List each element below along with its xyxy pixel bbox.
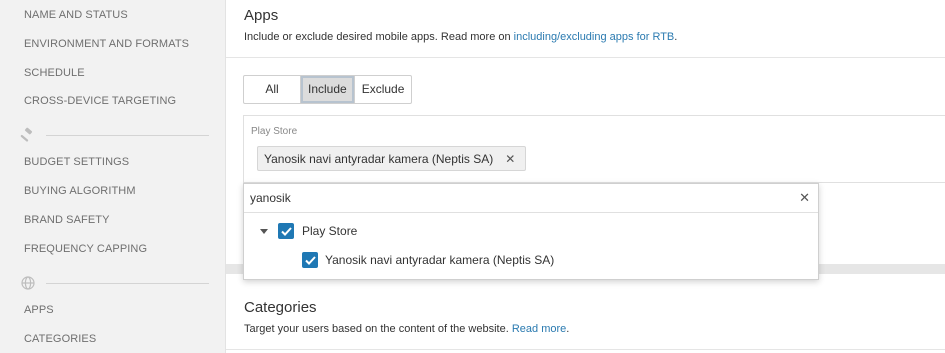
tree-row-play-store: Play Store (260, 223, 357, 239)
globe-icon (20, 275, 36, 291)
divider-bottom (226, 349, 945, 350)
nav-buying-algorithm[interactable]: BUYING ALGORITHM (24, 185, 136, 197)
clear-search-icon[interactable]: ✕ (799, 190, 810, 206)
mode-include-button[interactable]: Include (301, 76, 355, 103)
categories-desc-period: . (566, 323, 570, 335)
search-bar: ✕ (244, 184, 818, 213)
tree-row-app: Yanosik navi antyradar kamera (Neptis SA… (302, 252, 554, 268)
apps-title: Apps (244, 7, 279, 24)
categories-desc-text: Target your users based on the content o… (244, 323, 512, 335)
app-checkbox[interactable] (302, 252, 318, 268)
main-content: Apps Include or exclude desired mobile a… (226, 0, 945, 353)
nav-environment-and-formats[interactable]: ENVIRONMENT AND FORMATS (24, 38, 189, 50)
nav-apps[interactable]: APPS (24, 304, 54, 316)
nav-budget-settings[interactable]: BUDGET SETTINGS (24, 156, 129, 168)
nav-categories[interactable]: CATEGORIES (24, 333, 96, 345)
apps-description: Include or exclude desired mobile apps. … (244, 31, 677, 43)
store-label: Play Store (251, 126, 298, 137)
divider (226, 57, 945, 58)
nav-frequency-capping[interactable]: FREQUENCY CAPPING (24, 243, 147, 255)
nav-name-and-status[interactable]: NAME AND STATUS (24, 9, 128, 21)
apps-desc-period: . (674, 31, 678, 43)
check-icon (304, 255, 316, 265)
nav-schedule[interactable]: SCHEDULE (24, 67, 85, 79)
nav-brand-safety[interactable]: BRAND SAFETY (24, 214, 110, 226)
mode-exclude-button[interactable]: Exclude (355, 76, 412, 103)
gavel-icon (20, 127, 36, 143)
apps-rtb-link[interactable]: including/excluding apps for RTB (514, 31, 675, 43)
play-store-panel: Play Store Yanosik navi antyradar kamera… (243, 115, 945, 183)
sidebar: NAME AND STATUS ENVIRONMENT AND FORMATS … (0, 0, 226, 353)
check-icon (280, 226, 292, 236)
apps-mode-toggle: All Include Exclude (243, 75, 413, 104)
section-separator-bid (20, 127, 209, 143)
categories-description: Target your users based on the content o… (244, 323, 569, 335)
categories-title: Categories (244, 299, 317, 316)
remove-tag-icon[interactable]: ✕ (505, 152, 515, 166)
section-separator-targeting (20, 275, 209, 291)
categories-read-more-link[interactable]: Read more (512, 323, 566, 335)
nav-cross-device-targeting[interactable]: CROSS-DEVICE TARGETING (24, 95, 176, 107)
app-search-input[interactable] (250, 189, 780, 207)
selected-app-label: Yanosik navi antyradar kamera (Neptis SA… (264, 151, 494, 166)
app-search-dropdown: ✕ Play Store Yanosik navi antyradar kame… (243, 183, 819, 280)
selected-app-tag: Yanosik navi antyradar kamera (Neptis SA… (257, 146, 527, 171)
caret-down-icon[interactable] (260, 228, 268, 234)
mode-all-button[interactable]: All (244, 76, 301, 103)
play-store-checkbox[interactable] (278, 223, 294, 239)
tree-store-label: Play Store (302, 224, 358, 238)
tree-app-label: Yanosik navi antyradar kamera (Neptis SA… (325, 253, 555, 267)
apps-desc-text: Include or exclude desired mobile apps. … (244, 31, 514, 43)
